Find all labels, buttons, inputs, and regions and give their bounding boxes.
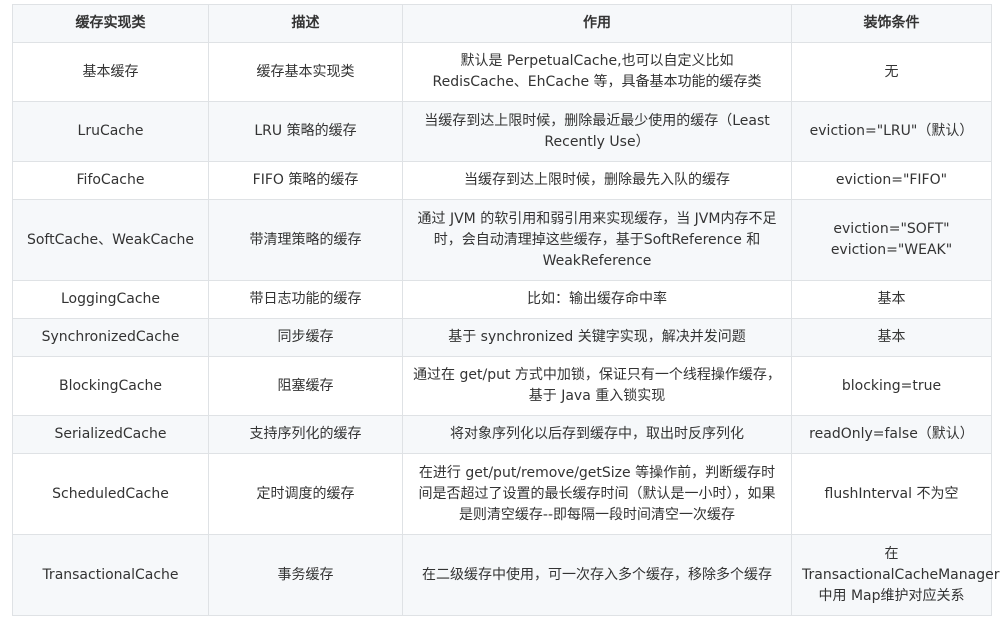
cell-impl-class: SerializedCache bbox=[12, 415, 209, 454]
cell-condition: eviction="SOFT" eviction="WEAK" bbox=[791, 199, 992, 281]
cell-purpose: 基于 synchronized 关键字实现，解决并发问题 bbox=[402, 318, 792, 357]
cell-condition: 无 bbox=[791, 42, 992, 102]
cell-purpose: 比如：输出缓存命中率 bbox=[402, 280, 792, 319]
header-impl-class: 缓存实现类 bbox=[12, 4, 209, 43]
cell-description: 带日志功能的缓存 bbox=[208, 280, 403, 319]
cell-impl-class: SynchronizedCache bbox=[12, 318, 209, 357]
table-row: LoggingCache 带日志功能的缓存 比如：输出缓存命中率 基本 bbox=[12, 280, 992, 319]
cell-purpose: 将对象序列化以后存到缓存中，取出时反序列化 bbox=[402, 415, 792, 454]
table-container: 缓存实现类 描述 作用 装饰条件 基本缓存 缓存基本实现类 默认是 Perpet… bbox=[12, 4, 999, 616]
cell-purpose: 在二级缓存中使用，可一次存入多个缓存，移除多个缓存 bbox=[402, 534, 792, 616]
cell-description: 缓存基本实现类 bbox=[208, 42, 403, 102]
cell-condition: 基本 bbox=[791, 318, 992, 357]
table-row: SoftCache、WeakCache 带清理策略的缓存 通过 JVM 的软引用… bbox=[12, 199, 992, 281]
header-purpose: 作用 bbox=[402, 4, 792, 43]
cell-description: LRU 策略的缓存 bbox=[208, 101, 403, 162]
table-row: BlockingCache 阻塞缓存 通过在 get/put 方式中加锁，保证只… bbox=[12, 356, 992, 416]
cell-impl-class: 基本缓存 bbox=[12, 42, 209, 102]
cell-condition: 基本 bbox=[791, 280, 992, 319]
cell-purpose: 默认是 PerpetualCache,也可以自定义比如RedisCache、Eh… bbox=[402, 42, 792, 102]
cell-impl-class: TransactionalCache bbox=[12, 534, 209, 616]
table-row: SerializedCache 支持序列化的缓存 将对象序列化以后存到缓存中，取… bbox=[12, 415, 992, 454]
cell-purpose: 通过 JVM 的软引用和弱引用来实现缓存，当 JVM内存不足时，会自动清理掉这些… bbox=[402, 199, 792, 281]
cell-purpose: 通过在 get/put 方式中加锁，保证只有一个线程操作缓存，基于 Java 重… bbox=[402, 356, 792, 416]
cell-description: 支持序列化的缓存 bbox=[208, 415, 403, 454]
cell-description: 事务缓存 bbox=[208, 534, 403, 616]
table-row: FifoCache FIFO 策略的缓存 当缓存到达上限时候，删除最先入队的缓存… bbox=[12, 161, 992, 200]
table-row: LruCache LRU 策略的缓存 当缓存到达上限时候，删除最近最少使用的缓存… bbox=[12, 101, 992, 162]
table-header-row: 缓存实现类 描述 作用 装饰条件 bbox=[12, 4, 992, 43]
table-row: ScheduledCache 定时调度的缓存 在进行 get/put/remov… bbox=[12, 453, 992, 535]
cell-condition: eviction="FIFO" bbox=[791, 161, 992, 200]
table-row: TransactionalCache 事务缓存 在二级缓存中使用，可一次存入多个… bbox=[12, 534, 999, 616]
table-row: 基本缓存 缓存基本实现类 默认是 PerpetualCache,也可以自定义比如… bbox=[12, 42, 992, 102]
cell-condition: flushInterval 不为空 bbox=[791, 453, 992, 535]
cell-impl-class: LruCache bbox=[12, 101, 209, 162]
cell-condition: eviction="LRU"（默认） bbox=[791, 101, 992, 162]
cell-impl-class: LoggingCache bbox=[12, 280, 209, 319]
cell-impl-class: SoftCache、WeakCache bbox=[12, 199, 209, 281]
cell-impl-class: BlockingCache bbox=[12, 356, 209, 416]
cell-description: FIFO 策略的缓存 bbox=[208, 161, 403, 200]
cell-purpose: 当缓存到达上限时候，删除最近最少使用的缓存（Least Recently Use… bbox=[402, 101, 792, 162]
cell-purpose: 当缓存到达上限时候，删除最先入队的缓存 bbox=[402, 161, 792, 200]
cell-condition: 在 TransactionalCacheManager 中用 Map维护对应关系 bbox=[791, 534, 999, 616]
cell-impl-class: FifoCache bbox=[12, 161, 209, 200]
cell-description: 阻塞缓存 bbox=[208, 356, 403, 416]
cell-condition: blocking=true bbox=[791, 356, 992, 416]
cache-table: 缓存实现类 描述 作用 装饰条件 基本缓存 缓存基本实现类 默认是 Perpet… bbox=[12, 4, 999, 616]
table-row: SynchronizedCache 同步缓存 基于 synchronized 关… bbox=[12, 318, 992, 357]
cell-impl-class: ScheduledCache bbox=[12, 453, 209, 535]
cell-purpose: 在进行 get/put/remove/getSize 等操作前，判断缓存时间是否… bbox=[402, 453, 792, 535]
header-decorate-condition: 装饰条件 bbox=[791, 4, 992, 43]
cell-description: 定时调度的缓存 bbox=[208, 453, 403, 535]
cell-description: 同步缓存 bbox=[208, 318, 403, 357]
cell-condition: readOnly=false（默认） bbox=[791, 415, 992, 454]
header-description: 描述 bbox=[208, 4, 403, 43]
cell-description: 带清理策略的缓存 bbox=[208, 199, 403, 281]
